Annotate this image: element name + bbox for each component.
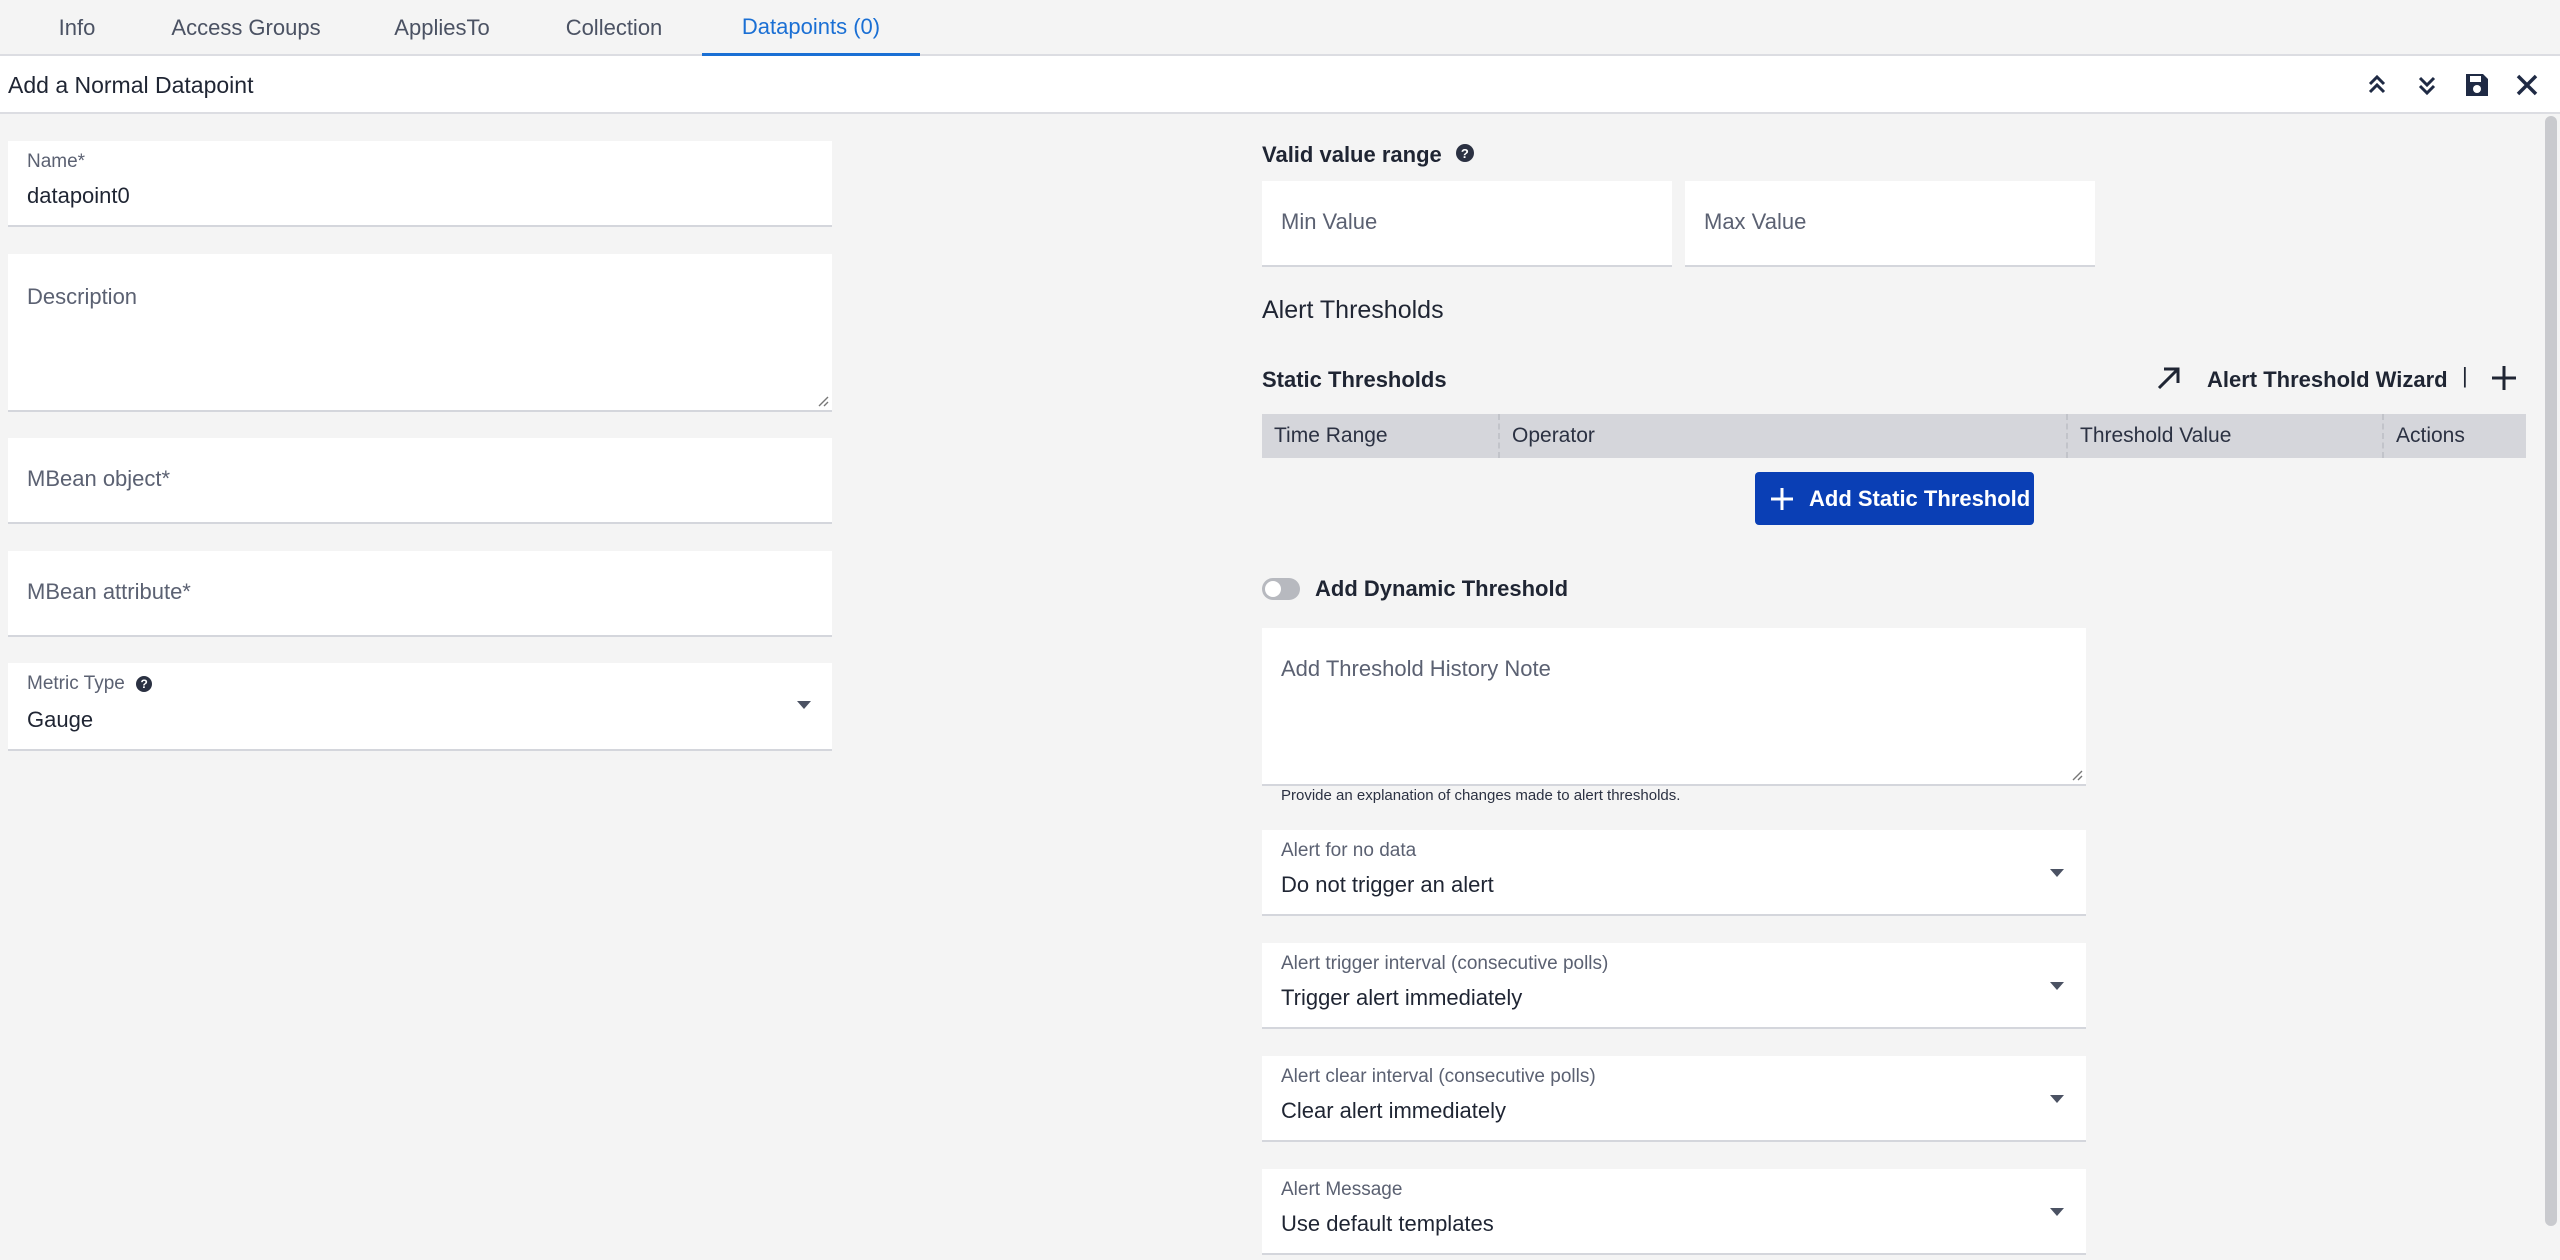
alert-trigger-interval-label: Alert trigger interval (consecutive poll… — [1281, 953, 1609, 974]
name-value: datapoint0 — [27, 183, 130, 208]
valid-range-label: Valid value range ? — [1262, 142, 1474, 168]
valid-range-label-text: Valid value range — [1262, 142, 1442, 167]
tab-access-groups[interactable]: Access Groups — [160, 0, 332, 56]
alert-no-data-value: Do not trigger an alert — [1281, 872, 1494, 897]
mbean-object-placeholder: MBean object* — [27, 466, 171, 491]
toolbar-separator: | — [2462, 363, 2468, 388]
close-icon[interactable] — [2510, 68, 2544, 102]
help-icon[interactable]: ? — [136, 675, 153, 692]
metric-type-value: Gauge — [27, 707, 94, 732]
column-operator: Operator — [1498, 414, 2066, 458]
chevron-down-icon — [2050, 869, 2064, 877]
dynamic-threshold-label: Add Dynamic Threshold — [1315, 576, 1569, 601]
vertical-scrollbar[interactable] — [2545, 116, 2557, 1226]
alert-clear-interval-value: Clear alert immediately — [1281, 1098, 1506, 1123]
alert-trigger-interval-value: Trigger alert immediately — [1281, 985, 1523, 1010]
expand-all-icon[interactable] — [2410, 68, 2444, 102]
column-threshold-value: Threshold Value — [2066, 414, 2382, 458]
dynamic-threshold-toggle[interactable] — [1262, 578, 1300, 600]
threshold-history-note-field[interactable]: Add Threshold History Note — [1262, 628, 2086, 786]
add-static-threshold-label: Add Static Threshold — [1809, 485, 2031, 511]
metric-type-label-text: Metric Type — [27, 673, 125, 694]
mbean-attribute-field[interactable]: MBean attribute* — [8, 551, 832, 637]
history-note-placeholder: Add Threshold History Note — [1281, 656, 1551, 681]
resize-handle-icon[interactable] — [2071, 769, 2083, 781]
alert-clear-interval-select[interactable]: Alert clear interval (consecutive polls)… — [1262, 1056, 2086, 1142]
plus-icon — [1769, 486, 1795, 512]
alert-threshold-wizard-link[interactable]: Alert Threshold Wizard — [2207, 367, 2448, 393]
min-value-input[interactable]: Min Value — [1262, 181, 1672, 267]
alert-clear-interval-label: Alert clear interval (consecutive polls) — [1281, 1066, 1596, 1087]
mbean-object-field[interactable]: MBean object* — [8, 438, 832, 524]
alert-message-label: Alert Message — [1281, 1179, 1403, 1200]
alert-thresholds-title: Alert Thresholds — [1262, 296, 1444, 324]
tab-datapoints[interactable]: Datapoints (0) — [702, 0, 920, 57]
alert-no-data-label: Alert for no data — [1281, 840, 1417, 861]
metric-type-label: Metric Type ? — [27, 673, 153, 695]
column-time-range: Time Range — [1274, 424, 1388, 447]
min-value-placeholder: Min Value — [1281, 209, 1378, 234]
collapse-all-icon[interactable] — [2360, 68, 2394, 102]
description-placeholder: Description — [27, 284, 138, 309]
arrow-up-right-icon[interactable] — [2155, 364, 2183, 392]
alert-no-data-select[interactable]: Alert for no data Do not trigger an aler… — [1262, 830, 2086, 916]
mbean-attribute-placeholder: MBean attribute* — [27, 579, 191, 604]
description-field[interactable]: Description — [8, 254, 832, 412]
resize-handle-icon[interactable] — [817, 395, 829, 407]
tab-bar: Info Access Groups AppliesTo Collection … — [0, 0, 2560, 57]
save-icon[interactable] — [2460, 68, 2494, 102]
tab-collection[interactable]: Collection — [548, 0, 680, 56]
alert-message-select[interactable]: Alert Message Use default templates — [1262, 1169, 2086, 1255]
panel-title: Add a Normal Datapoint — [8, 72, 254, 98]
history-note-help-text: Provide an explanation of changes made t… — [1281, 787, 1681, 804]
toggle-knob — [1265, 581, 1281, 597]
add-static-threshold-button[interactable]: Add Static Threshold — [1755, 472, 2034, 525]
thresholds-table-header: Time Range Operator Threshold Value Acti… — [1262, 414, 2526, 458]
name-field[interactable]: Name* datapoint0 — [8, 141, 832, 227]
chevron-down-icon — [2050, 1095, 2064, 1103]
panel-header: Add a Normal Datapoint — [0, 56, 2560, 114]
chevron-down-icon — [797, 701, 811, 709]
help-icon[interactable]: ? — [1455, 144, 1474, 163]
tab-applies-to[interactable]: AppliesTo — [378, 0, 506, 56]
add-icon[interactable] — [2490, 364, 2518, 392]
chevron-down-icon — [2050, 1208, 2064, 1216]
tab-info[interactable]: Info — [34, 0, 120, 56]
max-value-placeholder: Max Value — [1704, 209, 1807, 234]
max-value-input[interactable]: Max Value — [1685, 181, 2095, 267]
alert-trigger-interval-select[interactable]: Alert trigger interval (consecutive poll… — [1262, 943, 2086, 1029]
alert-message-value: Use default templates — [1281, 1211, 1494, 1236]
chevron-down-icon — [2050, 982, 2064, 990]
static-thresholds-label: Static Thresholds — [1262, 367, 1447, 392]
column-actions: Actions — [2382, 414, 2526, 458]
metric-type-select[interactable]: Metric Type ? Gauge — [8, 663, 832, 751]
name-label: Name* — [27, 151, 86, 172]
